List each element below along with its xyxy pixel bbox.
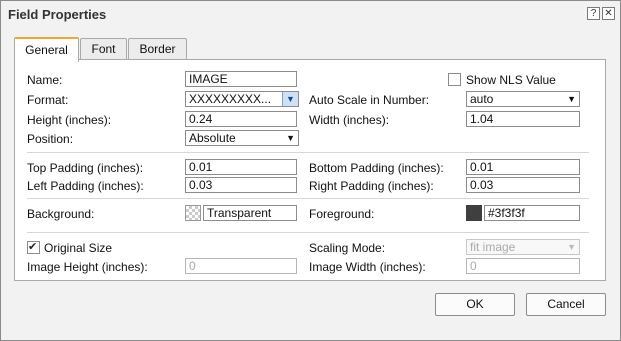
general-panel: Name: IMAGE Show NLS Value Format: XXXXX… [14, 59, 606, 281]
auto-scale-select[interactable]: auto ▼ [466, 91, 580, 107]
show-nls-label: Show NLS Value [466, 73, 556, 87]
divider [27, 198, 589, 199]
background-label: Background: [27, 207, 95, 221]
close-icon[interactable]: ✕ [602, 7, 615, 20]
tab-general[interactable]: General [14, 37, 79, 62]
foreground-input[interactable]: #3f3f3f [484, 205, 580, 221]
original-size-label: Original Size [44, 241, 113, 255]
image-height-label: Image Height (inches): [27, 260, 148, 274]
bottom-padding-label: Bottom Padding (inches): [309, 161, 444, 175]
chevron-down-icon: ▼ [567, 94, 576, 104]
position-select[interactable]: Absolute ▼ [185, 130, 299, 146]
foreground-color-swatch[interactable] [466, 205, 482, 221]
position-label: Position: [27, 132, 74, 146]
name-input[interactable]: IMAGE [185, 71, 297, 87]
background-input[interactable]: Transparent [203, 205, 297, 221]
chevron-down-icon[interactable]: ▼ [282, 92, 298, 106]
name-label: Name: [27, 73, 63, 87]
ok-button[interactable]: OK [435, 293, 515, 316]
right-padding-input[interactable]: 0.03 [466, 177, 580, 193]
tab-font[interactable]: Font [80, 38, 127, 60]
title-bar: Field Properties ? ✕ [1, 1, 620, 27]
original-size-checkbox[interactable] [27, 240, 40, 254]
top-padding-input[interactable]: 0.01 [185, 159, 297, 175]
bottom-padding-input[interactable]: 0.01 [466, 159, 580, 175]
format-value: XXXXXXXXX... [189, 92, 272, 106]
width-label: Width (inches): [309, 113, 390, 127]
image-width-label: Image Width (inches): [309, 260, 426, 274]
width-input[interactable]: 1.04 [466, 111, 580, 127]
height-input[interactable]: 0.24 [185, 111, 297, 127]
left-padding-input[interactable]: 0.03 [185, 177, 297, 193]
scaling-mode-value: fit image [470, 240, 516, 254]
show-nls-checkbox[interactable] [448, 73, 461, 86]
help-icon[interactable]: ? [587, 7, 600, 20]
tab-border[interactable]: Border [128, 38, 187, 60]
background-color-swatch[interactable] [185, 205, 201, 221]
position-value: Absolute [189, 131, 236, 145]
chevron-down-icon: ▼ [567, 242, 576, 252]
foreground-label: Foreground: [309, 207, 375, 221]
image-width-input: 0 [466, 258, 580, 274]
divider [27, 232, 589, 233]
right-padding-label: Right Padding (inches): [309, 179, 434, 193]
field-properties-dialog: Field Properties ? ✕ General Font Border… [0, 0, 621, 341]
format-select[interactable]: XXXXXXXXX... ▼ [185, 91, 299, 107]
height-label: Height (inches): [27, 113, 112, 127]
divider [27, 152, 589, 153]
cancel-button[interactable]: Cancel [526, 293, 606, 316]
top-padding-label: Top Padding (inches): [27, 161, 144, 175]
auto-scale-value: auto [470, 92, 494, 106]
format-label: Format: [27, 93, 69, 107]
chevron-down-icon: ▼ [286, 133, 295, 143]
image-height-input: 0 [185, 258, 297, 274]
scaling-mode-label: Scaling Mode: [309, 241, 386, 255]
scaling-mode-select: fit image ▼ [466, 239, 580, 255]
dialog-title: Field Properties [8, 7, 107, 22]
left-padding-label: Left Padding (inches): [27, 179, 144, 193]
auto-scale-label: Auto Scale in Number: [309, 93, 430, 107]
